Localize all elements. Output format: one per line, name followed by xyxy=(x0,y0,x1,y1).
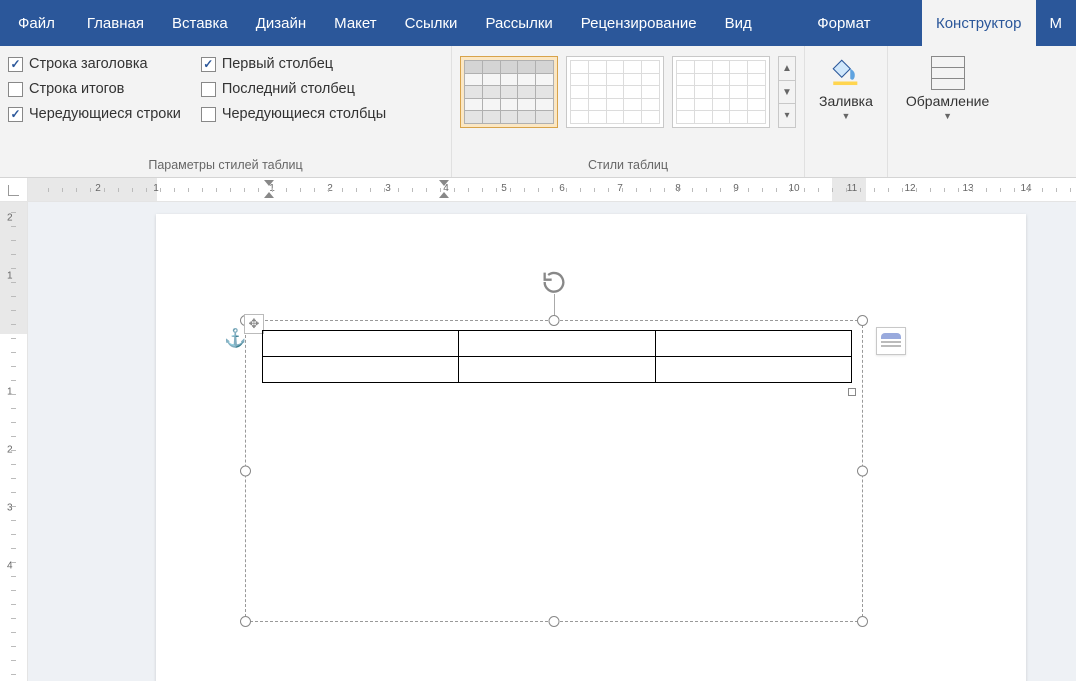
editor-zone: 211234 ⚓ ✥ xyxy=(0,202,1076,681)
indent-marker-right[interactable] xyxy=(439,180,449,198)
table-style-thumb-1[interactable] xyxy=(460,56,558,128)
tab-view[interactable]: Вид xyxy=(711,0,766,46)
tab-constructor[interactable]: Конструктор xyxy=(922,0,1036,46)
tab-layout[interactable]: Макет xyxy=(320,0,390,46)
table-style-gallery: ▲ ▼ ▾ xyxy=(460,50,796,155)
document-background: ⚓ ✥ xyxy=(28,202,1076,681)
menu-tabs-bar: Файл Главная Вставка Дизайн Макет Ссылки… xyxy=(0,0,1076,46)
tab-references[interactable]: Ссылки xyxy=(391,0,472,46)
check-label: Строка заголовка xyxy=(29,56,148,72)
resize-handle-tr[interactable] xyxy=(857,315,868,326)
tab-next-partial[interactable]: М xyxy=(1036,0,1076,46)
border-label: Обрамление xyxy=(906,93,989,109)
gallery-more[interactable]: ▾ xyxy=(779,104,795,127)
tab-file[interactable]: Файл xyxy=(0,0,73,46)
checkbox-icon xyxy=(8,82,23,97)
ribbon-group-label-options: Параметры стилей таблиц xyxy=(8,155,443,177)
check-total-row[interactable]: Строка итогов xyxy=(8,81,181,97)
check-label: Первый столбец xyxy=(222,56,333,72)
table-style-thumb-3[interactable] xyxy=(672,56,770,128)
ribbon: Строка заголовка Строка итогов Чередующи… xyxy=(0,46,1076,178)
chevron-down-icon: ▼ xyxy=(943,111,952,121)
check-label: Чередующиеся строки xyxy=(29,106,181,122)
table-resize-handle[interactable] xyxy=(848,388,856,396)
border-icon xyxy=(931,56,965,90)
gallery-scroll-up[interactable]: ▲ xyxy=(779,57,795,81)
horizontal-ruler[interactable]: 211234567891011121314 xyxy=(28,178,1076,201)
check-header-row[interactable]: Строка заголовка xyxy=(8,56,181,72)
vertical-ruler[interactable]: 211234 xyxy=(0,202,28,681)
fill-button[interactable]: Заливка ▼ xyxy=(809,50,883,121)
indent-marker-left[interactable] xyxy=(264,180,274,198)
paint-bucket-icon xyxy=(829,56,863,90)
checkbox-icon xyxy=(8,57,23,72)
resize-handle-mr[interactable] xyxy=(857,466,868,477)
border-button[interactable]: Обрамление ▼ xyxy=(896,50,999,121)
fill-label: Заливка xyxy=(819,93,873,109)
chevron-down-icon: ▼ xyxy=(841,111,850,121)
resize-handle-bl[interactable] xyxy=(240,616,251,627)
resize-handle-br[interactable] xyxy=(857,616,868,627)
tab-insert[interactable]: Вставка xyxy=(158,0,242,46)
checkbox-icon xyxy=(8,107,23,122)
document-table[interactable] xyxy=(262,330,852,383)
check-banded-cols[interactable]: Чередующиеся столбцы xyxy=(201,106,386,122)
ribbon-group-label-styles: Стили таблиц xyxy=(460,155,796,177)
tab-review[interactable]: Рецензирование xyxy=(567,0,711,46)
tab-mailings[interactable]: Рассылки xyxy=(471,0,566,46)
check-label: Чередующиеся столбцы xyxy=(222,106,386,122)
gallery-scroll: ▲ ▼ ▾ xyxy=(778,56,796,128)
tab-format[interactable]: Формат xyxy=(803,0,884,46)
check-banded-rows[interactable]: Чередующиеся строки xyxy=(8,106,181,122)
tab-design[interactable]: Дизайн xyxy=(242,0,320,46)
rotate-handle[interactable] xyxy=(540,268,568,296)
tab-home[interactable]: Главная xyxy=(73,0,158,46)
checkbox-icon xyxy=(201,57,216,72)
table-move-handle[interactable]: ✥ xyxy=(244,314,264,334)
table-row[interactable] xyxy=(263,357,852,383)
gallery-scroll-down[interactable]: ▼ xyxy=(779,81,795,105)
checkbox-icon xyxy=(201,82,216,97)
ruler-tab-selector[interactable] xyxy=(0,178,28,202)
check-last-col[interactable]: Последний столбец xyxy=(201,81,386,97)
check-label: Строка итогов xyxy=(29,81,124,97)
resize-handle-ml[interactable] xyxy=(240,466,251,477)
check-first-col[interactable]: Первый столбец xyxy=(201,56,386,72)
checkbox-icon xyxy=(201,107,216,122)
resize-handle-bm[interactable] xyxy=(549,616,560,627)
check-label: Последний столбец xyxy=(222,81,355,97)
resize-handle-tm[interactable] xyxy=(549,315,560,326)
layout-options-button[interactable] xyxy=(876,327,906,355)
layout-options-icon xyxy=(881,333,901,349)
table-row[interactable] xyxy=(263,331,852,357)
horizontal-ruler-area: 211234567891011121314 xyxy=(0,178,1076,202)
table-style-thumb-2[interactable] xyxy=(566,56,664,128)
